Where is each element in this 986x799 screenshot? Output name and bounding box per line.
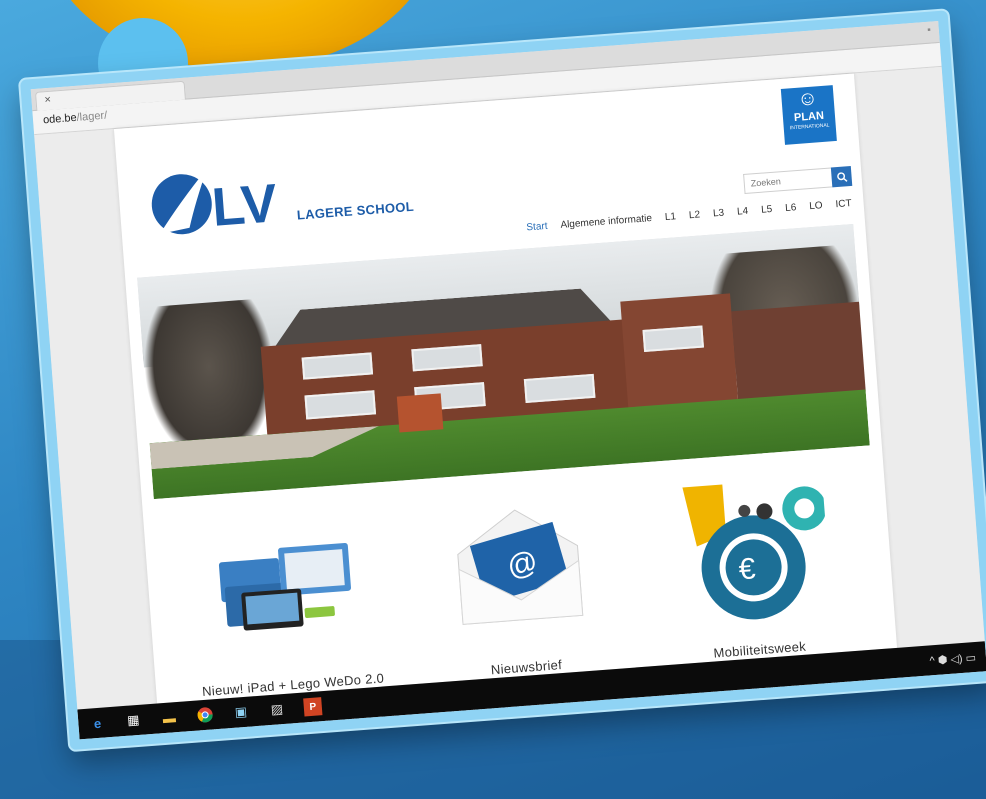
nav-item-l1[interactable]: L1 xyxy=(665,211,677,223)
browser-window: × ▪ ode.be/lager/ LV LAGERE SCHOOL ☺ PLA… xyxy=(20,10,986,751)
nav-item-ict[interactable]: ICT xyxy=(835,198,852,210)
nav-item-l4[interactable]: L4 xyxy=(737,206,749,218)
lego-wedo-image[interactable] xyxy=(170,499,401,665)
monitor: × ▪ ode.be/lager/ LV LAGERE SCHOOL ☺ PLA… xyxy=(20,10,986,751)
nav-item-l2[interactable]: L2 xyxy=(689,209,701,221)
file-explorer-icon[interactable]: ▬ xyxy=(160,708,179,727)
mobility-week-logo[interactable]: € xyxy=(637,464,868,630)
store-icon[interactable]: ▦ xyxy=(124,711,143,730)
logo-letters: LV xyxy=(210,173,279,238)
photo-building-wing xyxy=(620,293,739,412)
photo-window xyxy=(642,325,704,352)
newsletter-envelope-icon[interactable]: @ xyxy=(403,482,634,648)
photo-window xyxy=(411,344,483,372)
search-button[interactable] xyxy=(830,165,853,188)
edge-icon[interactable]: e xyxy=(88,713,107,732)
photo-window xyxy=(304,390,377,420)
hero-school-photo xyxy=(137,223,870,500)
image-viewer-icon[interactable]: ▨ xyxy=(267,700,286,719)
photo-window xyxy=(523,373,596,403)
system-tray[interactable]: ^ ⬢ ◁) ▭ xyxy=(929,650,976,666)
tab-close-icon[interactable]: × xyxy=(44,94,51,106)
photo-building-back xyxy=(731,300,870,402)
search-icon xyxy=(836,171,847,182)
nav-item-l6[interactable]: L6 xyxy=(785,202,797,214)
powerpoint-icon[interactable]: P xyxy=(303,697,323,717)
photo-playhouse xyxy=(396,393,444,433)
school-logo[interactable]: LV xyxy=(147,155,283,245)
euro-icon: € xyxy=(738,552,757,586)
nav-item-algemene-informatie[interactable]: Algemene informatie xyxy=(560,213,652,231)
url-path: /lager/ xyxy=(76,109,108,124)
url-host: ode.be xyxy=(42,111,78,127)
nav-item-start[interactable]: Start xyxy=(526,221,548,234)
window-control-icon[interactable]: ▪ xyxy=(927,25,931,36)
search-input[interactable] xyxy=(743,167,833,194)
school-name: LAGERE SCHOOL xyxy=(296,198,415,223)
nav-item-l3[interactable]: L3 xyxy=(713,208,725,220)
url-text[interactable]: ode.be/lager/ xyxy=(43,110,108,127)
page-viewport: LV LAGERE SCHOOL ☺ PLAN INTERNATIONAL Zo… xyxy=(34,66,985,746)
website-page: LV LAGERE SCHOOL ☺ PLAN INTERNATIONAL Zo… xyxy=(113,73,898,746)
plan-international-logo[interactable]: ☺ PLAN INTERNATIONAL xyxy=(780,85,837,145)
chrome-icon[interactable] xyxy=(195,705,214,724)
search-box xyxy=(743,165,853,194)
photo-window xyxy=(301,352,374,380)
photos-app-icon[interactable]: ▣ xyxy=(231,703,250,722)
nav-item-l5[interactable]: L5 xyxy=(761,204,773,216)
nav-item-lo[interactable]: LO xyxy=(809,200,823,212)
